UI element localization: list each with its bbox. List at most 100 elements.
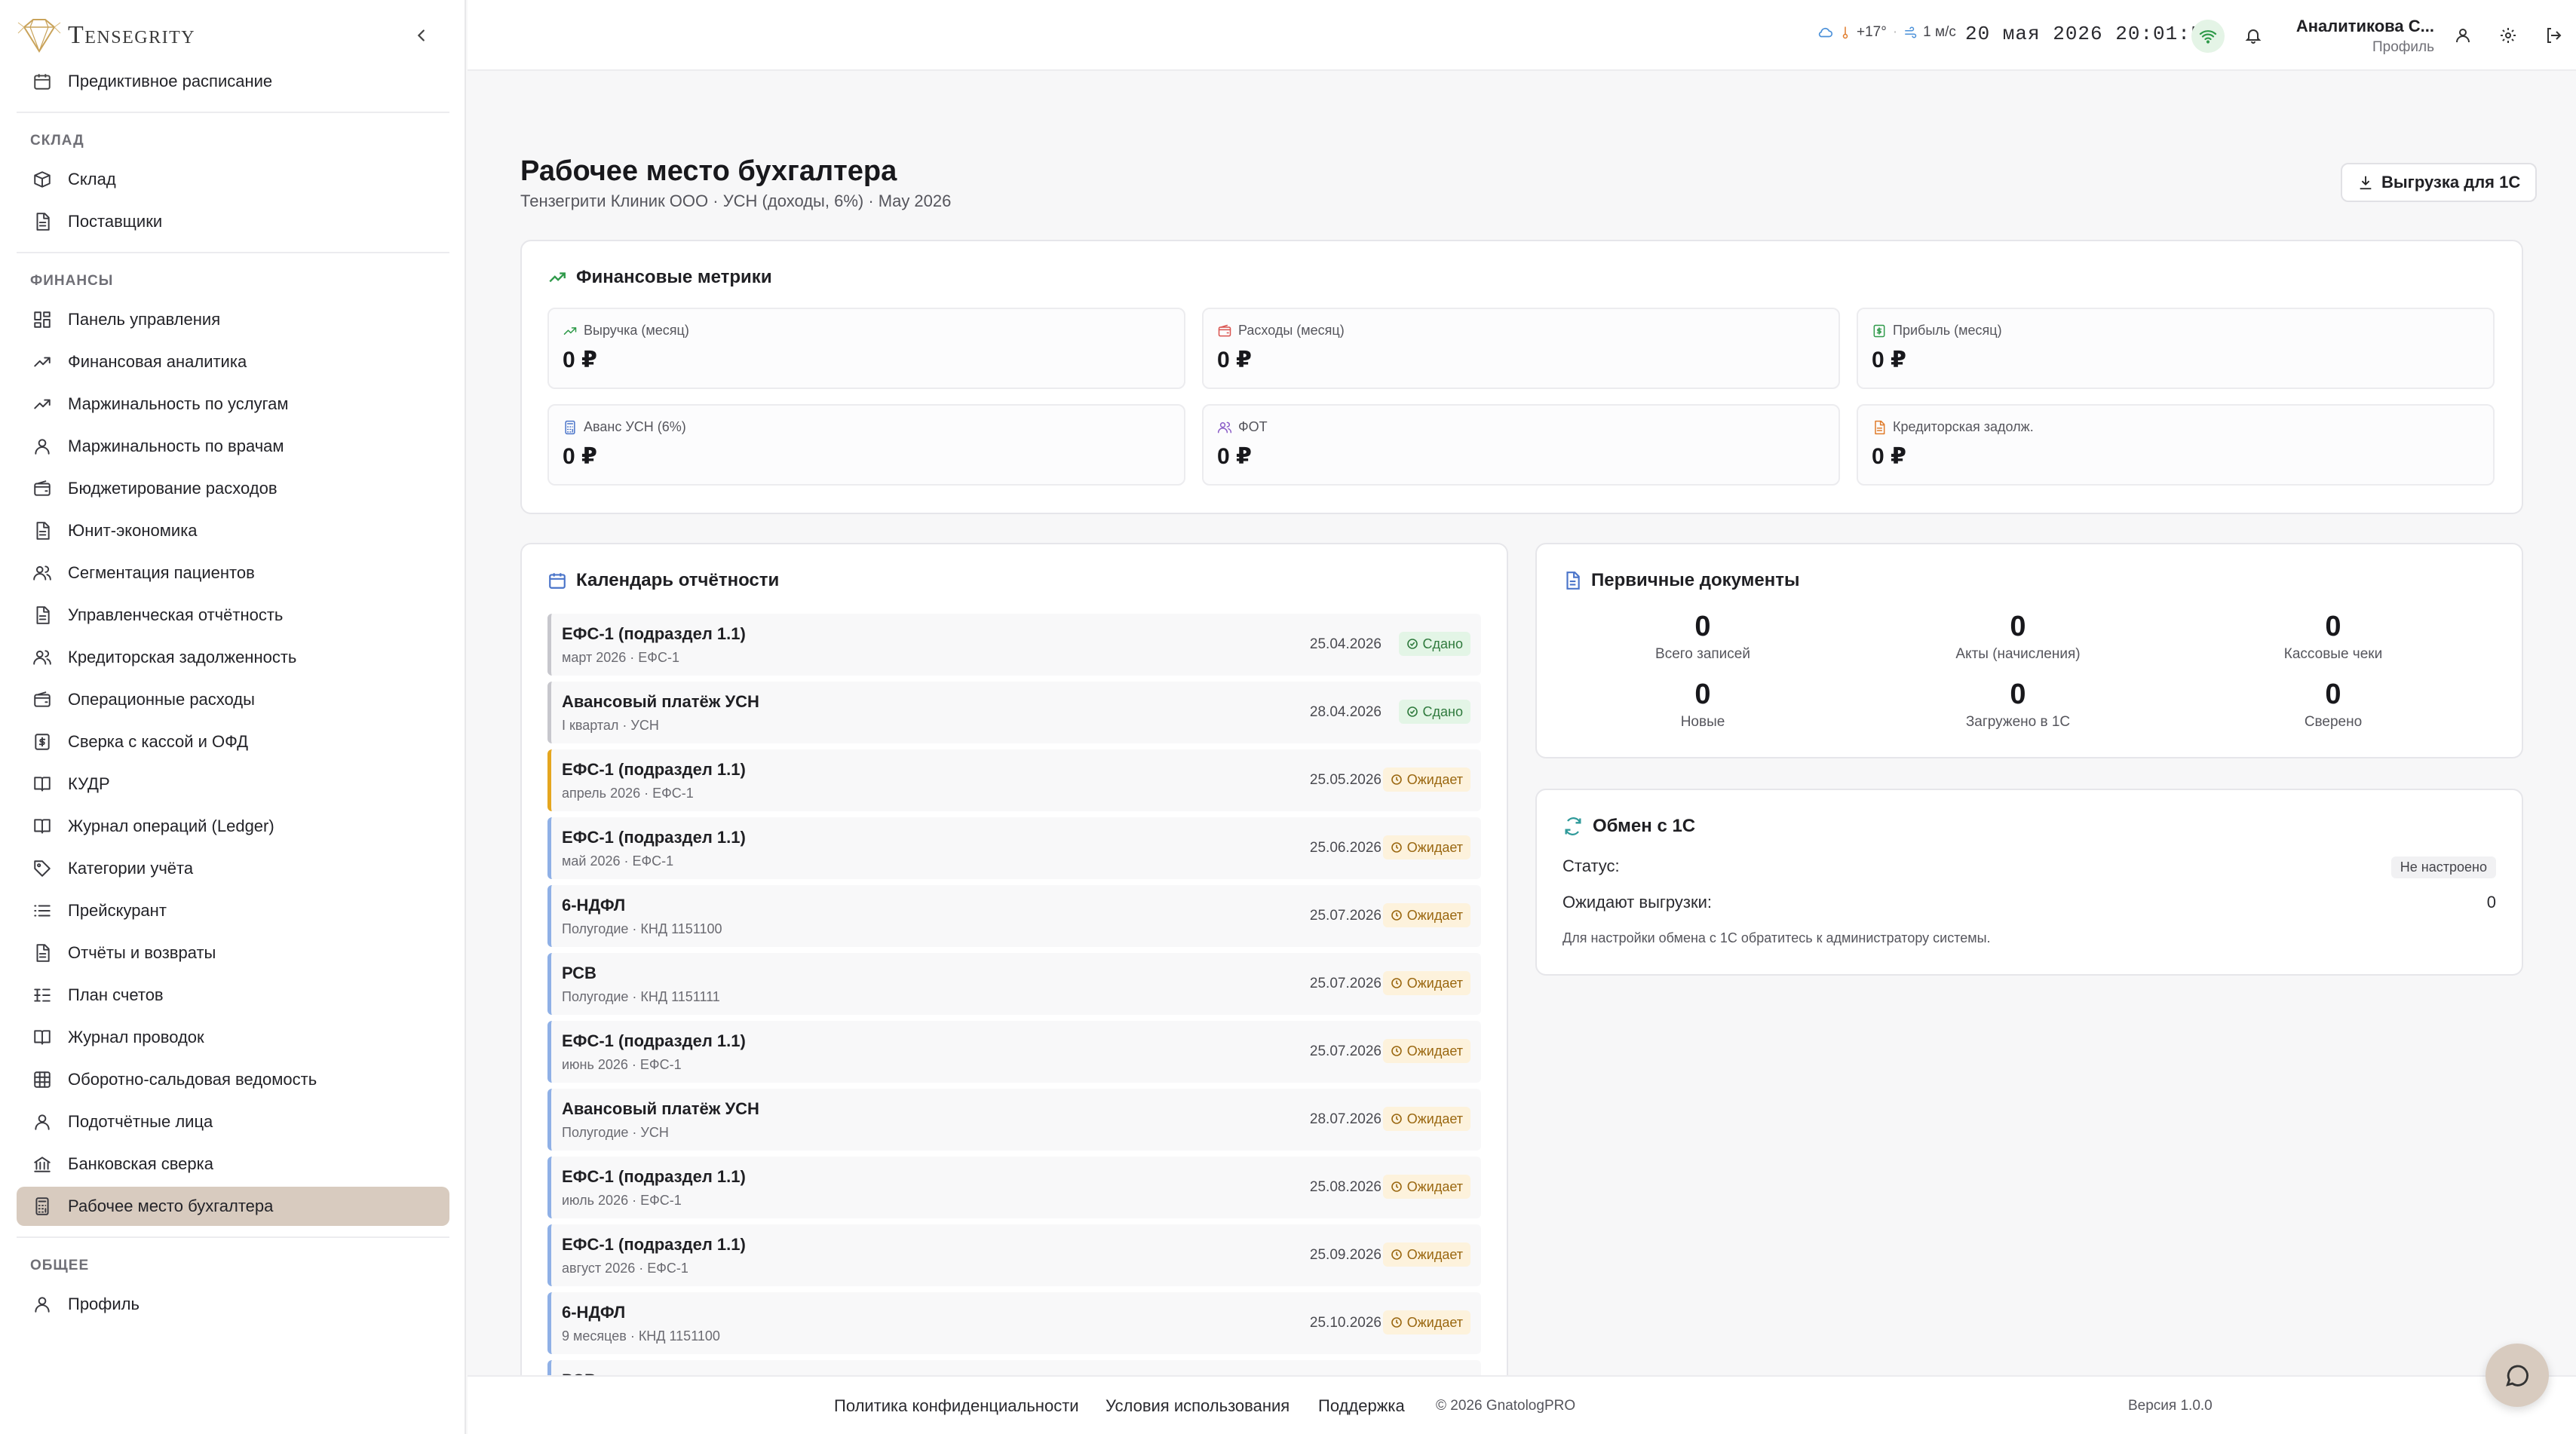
sidebar-item[interactable]: Маржинальность по врачам bbox=[17, 427, 449, 466]
trend-up-icon bbox=[549, 272, 566, 283]
page-title: Рабочее место бухгалтера bbox=[520, 155, 897, 187]
notifications-button[interactable] bbox=[2241, 23, 2265, 47]
report-period: июнь 2026 · ЕФС-1 bbox=[562, 1057, 682, 1072]
calendar-row[interactable]: Авансовый платёж УСН I квартал · УСН 28.04… bbox=[547, 682, 1481, 743]
sidebar-item-predictive-schedule[interactable]: Предиктивное расписание bbox=[17, 62, 449, 101]
clock-icon bbox=[1391, 978, 1402, 988]
sidebar-item[interactable]: Склад bbox=[17, 160, 449, 199]
wallet-icon bbox=[32, 689, 53, 710]
sidebar-item[interactable]: Отчёты и возвраты bbox=[17, 933, 449, 973]
calendar-icon bbox=[32, 71, 53, 92]
stat-label: Акты (начисления) bbox=[1955, 646, 2081, 662]
sidebar-item[interactable]: Сверка с кассой и ОФД bbox=[17, 722, 449, 761]
document-stat: 0 Акты (начисления) bbox=[1905, 611, 2131, 663]
calendar-row[interactable]: ЕФС-1 (подраздел 1.1) апрель 2026 · ЕФС-1… bbox=[547, 749, 1481, 811]
sidebar-item[interactable]: Профиль bbox=[17, 1285, 449, 1324]
status-badge: Ожидает bbox=[1382, 768, 1470, 792]
metric-tile: Расходы (месяц) 0 ₽ bbox=[1202, 308, 1840, 389]
calendar-row[interactable]: ЕФС-1 (подраздел 1.1) март 2026 · ЕФС-1 25… bbox=[547, 614, 1481, 676]
calendar-row[interactable]: Авансовый платёж УСН Полугодие · УСН 28.07… bbox=[547, 1089, 1481, 1151]
wallet-icon bbox=[1217, 323, 1232, 339]
calendar-row[interactable]: 6-НДФЛ 9 месяцев · КНД 1151100 25.10.2026 О… bbox=[547, 1292, 1481, 1354]
report-due-date: 25.07.2026 bbox=[1309, 1043, 1382, 1059]
status-badge: Сдано bbox=[1398, 632, 1470, 656]
profile-button[interactable] bbox=[2451, 23, 2475, 47]
sidebar-item[interactable]: Рабочее место бухгалтера bbox=[17, 1187, 449, 1226]
sidebar-item[interactable]: КУДР bbox=[17, 764, 449, 804]
sidebar-item-label: Подотчётные лица bbox=[68, 1112, 213, 1131]
sidebar-item[interactable]: Кредиторская задолженность bbox=[17, 638, 449, 677]
section-title-general: ОБЩЕЕ bbox=[30, 1258, 90, 1273]
calendar-row[interactable]: ЕФС-1 (подраздел 1.1) июль 2026 · ЕФС-1 25… bbox=[547, 1157, 1481, 1218]
file-icon bbox=[32, 211, 53, 232]
logout-button[interactable] bbox=[2541, 23, 2565, 47]
status-badge: Ожидает bbox=[1382, 1242, 1470, 1267]
support-link[interactable]: Поддержка bbox=[1318, 1396, 1405, 1416]
card-title: Первичные документы bbox=[1562, 570, 1800, 591]
sidebar-item[interactable]: Журнал проводок bbox=[17, 1018, 449, 1057]
calculator-icon bbox=[32, 1196, 53, 1217]
divider bbox=[17, 112, 449, 113]
sidebar-item[interactable]: Бюджетирование расходов bbox=[17, 469, 449, 508]
user-menu[interactable]: Аналитикова С... Профиль bbox=[2283, 17, 2434, 56]
stat-label: Всего записей bbox=[1655, 646, 1750, 662]
clock-icon bbox=[1391, 1249, 1402, 1260]
sidebar-item[interactable]: Сегментация пациентов bbox=[17, 553, 449, 593]
sidebar-item-label: Прейскурант bbox=[68, 901, 167, 920]
brand-logo[interactable]: Tensegrity bbox=[0, 0, 465, 71]
exchange-note: Для настройки обмена с 1С обратитесь к а… bbox=[1562, 930, 1991, 945]
metric-value: 0 ₽ bbox=[1872, 348, 1906, 372]
calendar-row[interactable]: ЕФС-1 (подраздел 1.1) май 2026 · ЕФС-1 25.… bbox=[547, 817, 1481, 879]
settings-button[interactable] bbox=[2496, 23, 2520, 47]
sidebar-item-label: Склад bbox=[68, 170, 116, 188]
sidebar-item[interactable]: Категории учёта bbox=[17, 849, 449, 888]
metric-label: Кредиторская задолж. bbox=[1893, 419, 2034, 434]
sidebar-item-label: Маржинальность по услугам bbox=[68, 394, 289, 413]
reporting-calendar-card: Календарь отчётности ЕФС-1 (подраздел 1.… bbox=[520, 543, 1508, 1387]
section-title-finance: ФИНАНСЫ bbox=[30, 273, 114, 289]
sidebar-item[interactable]: Подотчётные лица bbox=[17, 1102, 449, 1141]
calendar-row[interactable]: РСВ Полугодие · КНД 1151111 25.07.2026 Ожид… bbox=[547, 953, 1481, 1015]
report-period: Полугодие · УСН bbox=[562, 1125, 669, 1140]
sidebar-item-label: Сверка с кассой и ОФД bbox=[68, 732, 249, 751]
sidebar-item[interactable]: Операционные расходы bbox=[17, 680, 449, 719]
sidebar-item[interactable]: План счетов bbox=[17, 976, 449, 1015]
chat-button[interactable] bbox=[2486, 1344, 2549, 1407]
sidebar-item[interactable]: Юнит-экономика bbox=[17, 511, 449, 550]
sidebar-item[interactable]: Банковская сверка bbox=[17, 1144, 449, 1184]
sidebar-item[interactable]: Панель управления bbox=[17, 300, 449, 339]
status-badge: Ожидает bbox=[1382, 1175, 1470, 1199]
pending-label: Ожидают выгрузки: bbox=[1562, 893, 1713, 912]
book-icon bbox=[32, 774, 53, 795]
sidebar-item-label: Сегментация пациентов bbox=[68, 563, 255, 582]
report-title: ЕФС-1 (подраздел 1.1) bbox=[562, 1031, 746, 1050]
sidebar-item[interactable]: Финансовая аналитика bbox=[17, 342, 449, 381]
privacy-link[interactable]: Политика конфиденциальности bbox=[834, 1396, 1079, 1416]
temperature: +17° bbox=[1857, 24, 1887, 40]
sidebar-item[interactable]: Журнал операций (Ledger) bbox=[17, 807, 449, 846]
calendar-row[interactable]: ЕФС-1 (подраздел 1.1) июнь 2026 · ЕФС-1 25… bbox=[547, 1021, 1481, 1083]
connection-status-button[interactable] bbox=[2191, 20, 2225, 53]
terms-link[interactable]: Условия использования bbox=[1106, 1396, 1290, 1416]
metric-label: Аванс УСН (6%) bbox=[584, 419, 686, 434]
calendar-row[interactable]: 6-НДФЛ Полугодие · КНД 1151100 25.07.2026 О… bbox=[547, 885, 1481, 947]
sidebar-item-label: Категории учёта bbox=[68, 859, 194, 878]
sidebar-item[interactable]: Оборотно-сальдовая ведомость bbox=[17, 1060, 449, 1099]
report-period: апрель 2026 · ЕФС-1 bbox=[562, 786, 694, 801]
sidebar-item-label: Рабочее место бухгалтера bbox=[68, 1197, 274, 1215]
collapse-sidebar-button[interactable] bbox=[409, 23, 434, 48]
calendar-row[interactable]: ЕФС-1 (подраздел 1.1) август 2026 · ЕФС-1… bbox=[547, 1224, 1481, 1286]
sidebar-item[interactable]: Прейскурант bbox=[17, 891, 449, 930]
sidebar-item-label: Оборотно-сальдовая ведомость bbox=[68, 1070, 317, 1089]
sidebar-item[interactable]: Маржинальность по услугам bbox=[17, 385, 449, 424]
sidebar-item[interactable]: Поставщики bbox=[17, 202, 449, 241]
stat-value: 0 bbox=[2325, 679, 2341, 710]
clock-icon bbox=[1391, 842, 1402, 853]
export-1c-button[interactable]: Выгрузка для 1С bbox=[2341, 163, 2538, 202]
stat-label: Кассовые чеки bbox=[2283, 646, 2383, 662]
sidebar-item-label: Предиктивное расписание bbox=[68, 72, 273, 90]
date: 20 мая 2026 bbox=[1965, 23, 2103, 45]
profile-link[interactable]: Профиль bbox=[2283, 39, 2434, 56]
wind-icon bbox=[1905, 26, 1917, 38]
sidebar-item[interactable]: Управленческая отчётность bbox=[17, 596, 449, 635]
